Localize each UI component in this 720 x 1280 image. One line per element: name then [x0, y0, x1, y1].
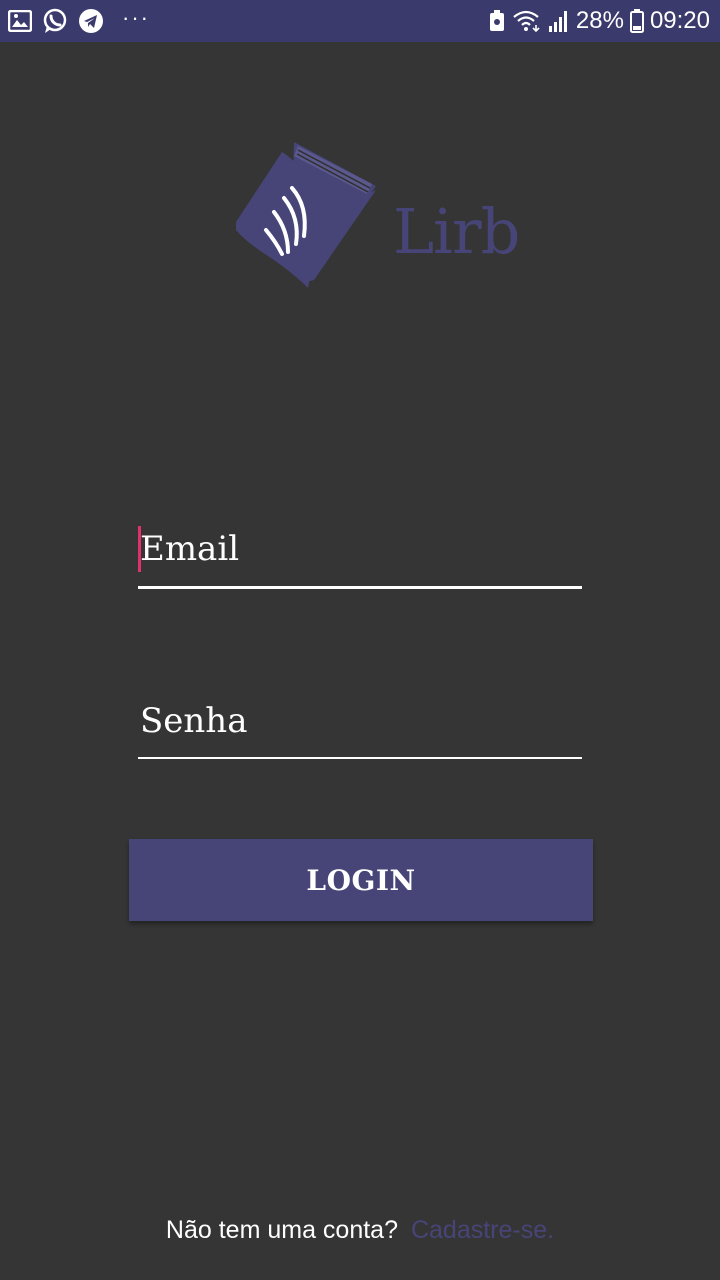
- android-icon: [489, 10, 504, 31]
- battery-percent: 28%: [575, 7, 624, 34]
- brand-name: Lirb: [393, 195, 520, 268]
- password-field[interactable]: Senha: [138, 696, 582, 762]
- login-button[interactable]: LOGIN: [129, 839, 593, 921]
- email-underline: [138, 586, 582, 589]
- signal-icon: [548, 11, 567, 32]
- status-right-icons: 28% 09:20: [488, 6, 710, 36]
- signup-question: Não tem uma conta?: [165, 1216, 398, 1244]
- clock: 09:20: [649, 7, 710, 34]
- status-bar: ··· 28% 09:20: [0, 0, 720, 42]
- password-underline: [138, 757, 582, 759]
- login-screen: ··· 28% 09:20 Lirb Email Senha LOGIN Não…: [0, 0, 720, 1280]
- whatsapp-icon: [43, 8, 67, 33]
- gallery-icon: [8, 10, 32, 32]
- telegram-icon: [79, 9, 103, 33]
- signup-link[interactable]: Cadastre-se.: [411, 1216, 554, 1244]
- password-placeholder[interactable]: Senha: [138, 696, 582, 746]
- email-field[interactable]: Email: [138, 524, 582, 592]
- status-left-icons: ···: [8, 7, 150, 35]
- text-cursor: [138, 526, 141, 572]
- signup-prompt: Não tem uma conta? Cadastre-se.: [0, 1210, 720, 1250]
- wifi-icon: [513, 10, 540, 33]
- battery-icon: [629, 9, 644, 33]
- more-notifications-icon: ···: [122, 5, 150, 30]
- email-placeholder[interactable]: Email: [138, 524, 582, 574]
